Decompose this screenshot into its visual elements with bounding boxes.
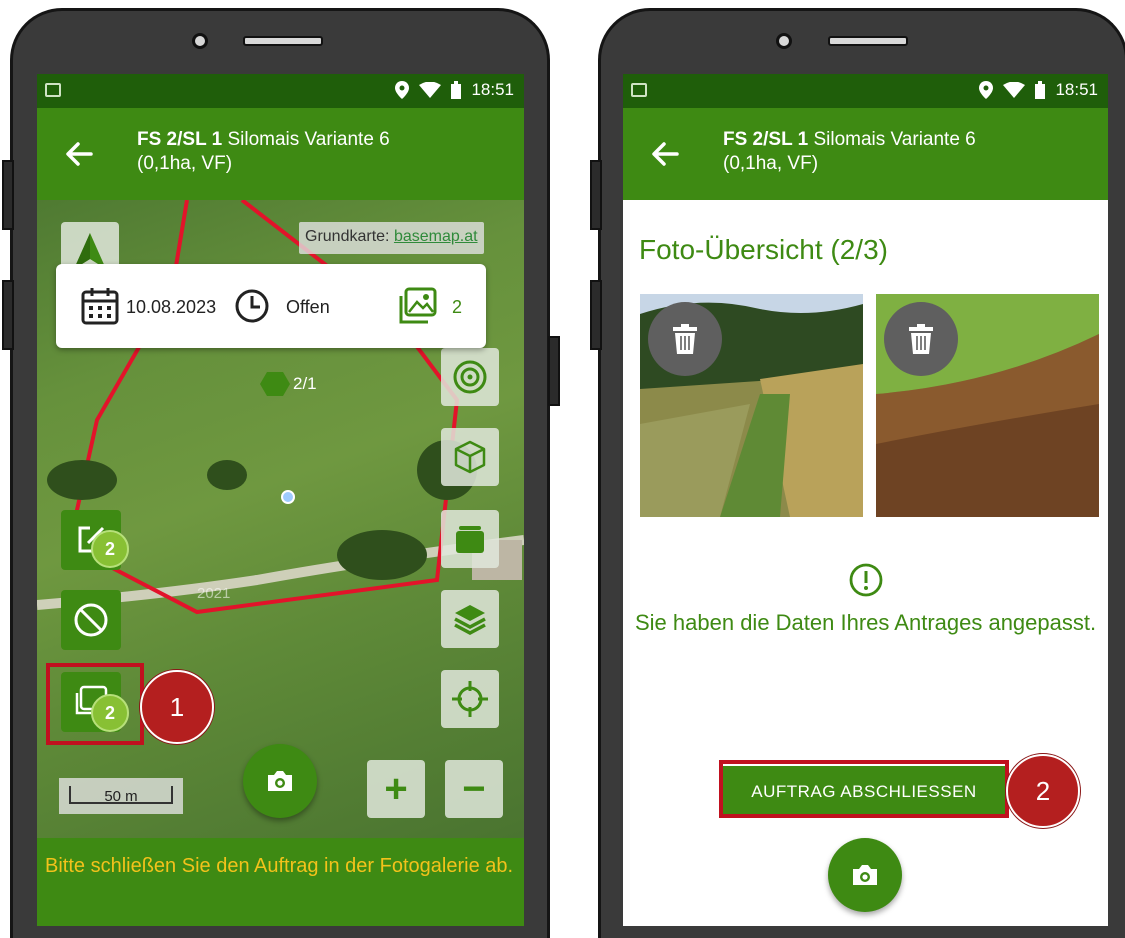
locate-me-button[interactable] <box>441 670 499 728</box>
camera-icon <box>268 771 292 791</box>
map-year-label: 2021 <box>197 585 231 602</box>
highlight-frame-complete <box>719 760 1009 818</box>
title-field-name: Silomais Variante 6 <box>808 129 976 150</box>
task-info-card[interactable]: 10.08.2023 Offen 2 <box>56 264 486 348</box>
stack-icon <box>456 526 484 553</box>
gallery-icon[interactable] <box>396 286 438 326</box>
power-button <box>548 336 560 406</box>
camera-fab[interactable] <box>828 838 902 912</box>
status-time: 18:51 <box>471 80 514 99</box>
camera-icon <box>853 865 877 885</box>
status-time: 18:51 <box>1055 80 1098 99</box>
calendar-icon <box>81 288 119 325</box>
photo-count: 2 <box>452 297 463 317</box>
tree-cluster <box>47 460 117 500</box>
wifi-icon <box>1003 82 1026 98</box>
crosshair-icon <box>452 681 488 717</box>
arrow-left-icon[interactable] <box>59 134 99 174</box>
step-marker-2: 2 <box>1006 754 1080 828</box>
battery-icon <box>1035 81 1046 99</box>
zoom-in-button[interactable]: + <box>367 760 425 818</box>
battery-icon <box>451 81 462 99</box>
scale-label: 50 m <box>104 788 138 805</box>
attribution-label: Grundkarte: <box>305 228 394 245</box>
delete-photo-button[interactable] <box>884 302 958 376</box>
volume-down-button <box>590 280 602 350</box>
field-marker-label: 2/1 <box>293 374 317 393</box>
zoom-in-label: + <box>384 767 408 811</box>
field-marker-icon[interactable] <box>259 370 291 398</box>
volume-up-button <box>590 160 602 230</box>
app-bar-title: FS 2/SL 1 Silomais Variante 6 (0,1ha, VF… <box>723 128 976 176</box>
wifi-icon <box>419 82 442 98</box>
tree-cluster <box>337 530 427 580</box>
image-icon <box>45 83 61 97</box>
step-marker-1: 1 <box>140 670 214 744</box>
speaker-grille <box>243 36 323 46</box>
title-field-name: Silomais Variante 6 <box>222 129 390 150</box>
map-attribution: Grundkarte: basemap.at <box>299 222 484 254</box>
zoom-out-button[interactable]: − <box>445 760 503 818</box>
volume-down-button <box>2 280 14 350</box>
arrow-left-icon[interactable] <box>645 134 685 174</box>
basemap-button[interactable] <box>441 510 499 568</box>
scale-bar: 50 m <box>59 778 183 814</box>
image-icon <box>631 83 647 97</box>
left-screen: 18:51 FS 2/SL 1 Silomais Variante 6 (0,1… <box>37 74 524 926</box>
3d-view-button[interactable] <box>441 428 499 486</box>
front-camera <box>192 33 208 49</box>
photo-thumbnail-2[interactable] <box>876 294 1099 517</box>
layers-button[interactable] <box>441 590 499 648</box>
front-camera <box>776 33 792 49</box>
app-bar: FS 2/SL 1 Silomais Variante 6 (0,1ha, VF… <box>37 108 524 200</box>
target-icon <box>453 360 487 394</box>
info-message: Sie haben die Daten Ihres Antrages angep… <box>635 610 1097 635</box>
trash-icon <box>673 324 697 354</box>
cube-icon <box>454 440 486 474</box>
title-field-id: FS 2/SL 1 <box>723 129 809 150</box>
location-pin-icon <box>395 81 410 99</box>
page-title: Foto-Übersicht (2/3) <box>639 234 888 265</box>
app-bar-title: FS 2/SL 1 Silomais Variante 6 (0,1ha, VF… <box>137 128 390 176</box>
volume-up-button <box>2 160 14 230</box>
title-field-id: FS 2/SL 1 <box>137 129 223 150</box>
speaker-grille <box>828 36 908 46</box>
forbidden-icon <box>74 603 108 637</box>
target-button[interactable] <box>441 348 499 406</box>
disable-button[interactable] <box>61 590 121 650</box>
highlight-frame-gallery <box>46 663 144 745</box>
status-bar: 18:51 <box>37 74 524 108</box>
photo-thumbnail-1[interactable] <box>640 294 863 517</box>
location-pin-icon <box>979 81 994 99</box>
app-bar: FS 2/SL 1 Silomais Variante 6 (0,1ha, VF… <box>623 108 1108 200</box>
title-subtitle: (0,1ha, VF) <box>723 153 819 174</box>
title-subtitle: (0,1ha, VF) <box>137 153 233 174</box>
camera-fab[interactable] <box>243 744 317 818</box>
status-bar: 18:51 <box>623 74 1108 108</box>
layers-icon <box>454 605 486 635</box>
task-status: Offen <box>286 297 330 317</box>
zoom-out-label: − <box>462 767 486 811</box>
delete-photo-button[interactable] <box>648 302 722 376</box>
clock-icon <box>235 289 269 323</box>
hint-banner: Bitte schließen Sie den Auftrag in der F… <box>37 838 524 926</box>
current-location-dot <box>281 490 295 504</box>
edit-count-badge: 2 <box>91 530 129 568</box>
tree-cluster <box>207 460 247 490</box>
exclamation-icon <box>849 563 883 597</box>
trash-icon <box>909 324 933 354</box>
task-date: 10.08.2023 <box>126 297 217 317</box>
attribution-link[interactable]: basemap.at <box>394 228 478 245</box>
